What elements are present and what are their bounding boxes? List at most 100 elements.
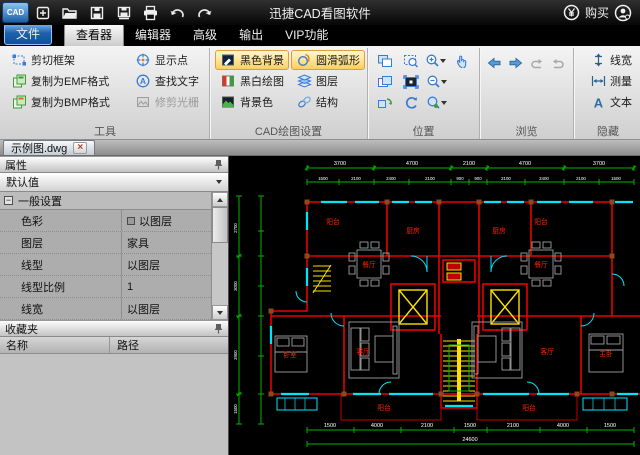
zoom-in-button[interactable] (425, 51, 449, 71)
measure-icon (590, 74, 606, 89)
tab-vip[interactable]: VIP功能 (274, 24, 339, 46)
property-row-linetype[interactable]: 线型 以图层 (0, 254, 211, 276)
open-button[interactable] (56, 1, 83, 24)
point-target-icon (135, 53, 151, 68)
tab-advanced[interactable]: 高级 (182, 24, 228, 46)
view-back-button[interactable] (528, 53, 547, 73)
print-button[interactable] (137, 1, 164, 24)
cascade-view-button[interactable] (373, 72, 397, 92)
copy-emf-button[interactable]: 复制为EMF格式 (6, 71, 128, 91)
property-row-linetype-scale[interactable]: 线型比例 1 (0, 276, 211, 298)
scrollbar-thumb[interactable] (212, 207, 228, 243)
tab-editor[interactable]: 编辑器 (124, 24, 182, 46)
property-group-row[interactable]: − 一般设置 (0, 192, 211, 210)
pan-button[interactable] (450, 51, 474, 71)
dim-label: 2100 (421, 423, 433, 429)
save-as-button[interactable] (110, 1, 137, 24)
zoom-out-dropdown[interactable] (441, 79, 447, 84)
dim-label: 1500 (324, 423, 336, 429)
smooth-arc-icon (296, 53, 312, 68)
dim-label: 900 (456, 176, 464, 181)
favorites-header: 收藏夹 (0, 320, 228, 337)
document-tab[interactable]: 示例图.dwg × (3, 140, 96, 155)
redo-button[interactable] (191, 1, 218, 24)
chevron-down-icon (216, 180, 222, 184)
show-points-button[interactable]: 显示点 (130, 50, 204, 70)
structure-button[interactable]: 结构 (291, 92, 365, 112)
dim-label: 2100 (576, 176, 586, 181)
pin-icon[interactable] (214, 159, 223, 170)
view-forward-button[interactable] (549, 53, 568, 73)
ribbon-group-hide: 线宽 测量 A 文本 隐藏 (574, 48, 640, 139)
tab-viewer[interactable]: 查看器 (64, 23, 125, 46)
trim-raster-button[interactable]: 修剪光栅 (130, 92, 204, 112)
layers-button[interactable]: 图层 (291, 71, 365, 91)
dim-label: 4700 (519, 161, 531, 167)
lineweight-icon (590, 53, 606, 68)
zoom-window-icon (403, 54, 418, 68)
new-file-button[interactable] (29, 1, 56, 24)
smooth-arc-button[interactable]: 圆滑弧形 (291, 50, 365, 70)
account-icon[interactable] (614, 4, 632, 22)
dim-label: 2400 (386, 176, 396, 181)
room-label-bedroom: 卧室 (283, 350, 297, 359)
dim-total-label: 24600 (462, 437, 477, 443)
ribbon-group-browse: 浏览 (480, 48, 574, 139)
dim-label: 1500 (604, 423, 616, 429)
hide-lineweight-button[interactable]: 线宽 (585, 50, 637, 70)
favorites-col-path[interactable]: 路径 (110, 337, 139, 353)
property-scrollbar[interactable] (211, 192, 228, 320)
property-row-layer[interactable]: 图层 家具 (0, 232, 211, 254)
zoom-in-dropdown[interactable] (440, 58, 447, 63)
redo-icon (198, 8, 212, 17)
favorites-list[interactable] (0, 354, 228, 455)
zoom-extents-icon (403, 74, 419, 89)
view-forward-icon (553, 58, 565, 68)
group-label-browse: 浏览 (515, 126, 538, 138)
hide-measure-button[interactable]: 测量 (585, 71, 637, 91)
refresh-view-button[interactable] (399, 93, 423, 113)
previous-drawing-button[interactable] (485, 53, 504, 73)
zoom-previous-dropdown[interactable] (441, 100, 447, 105)
properties-header: 属性 (0, 156, 228, 173)
drawing-canvas[interactable]: 3700 4700 2100 4700 3700 1500 4000 2100 … (229, 156, 640, 455)
pin-icon[interactable] (214, 323, 223, 334)
scroll-up-icon[interactable] (212, 192, 228, 207)
buy-button[interactable]: 购买 (585, 4, 609, 21)
undo-button[interactable] (164, 1, 191, 24)
left-sidebar: 属性 默认值 − 一般设置 色彩 以图层 图层 家具 线型 以图层 线型比例 1… (0, 156, 229, 455)
dim-label: 4000 (371, 423, 383, 429)
new-view-button[interactable] (373, 51, 397, 71)
next-drawing-button[interactable] (506, 53, 525, 73)
tab-file[interactable]: 文件 (4, 23, 53, 45)
close-document-icon[interactable]: × (73, 142, 88, 154)
scroll-down-icon[interactable] (212, 305, 228, 320)
save-as-icon (117, 6, 130, 19)
svg-text:A: A (140, 76, 146, 86)
copy-bmp-button[interactable]: 复制为BMP格式 (6, 92, 128, 112)
hide-text-button[interactable]: A 文本 (585, 92, 637, 112)
app-window: CAD 迅捷CAD看图软件 购买 文件 查看器 编辑器 高级 输出 VIP功能 … (0, 0, 640, 455)
rotate-view-button[interactable] (373, 93, 397, 113)
zoom-previous-button[interactable] (425, 93, 449, 113)
zoom-window-button[interactable] (399, 51, 423, 71)
zoom-extents-button[interactable] (399, 72, 423, 92)
room-label-dining: 餐厅 (534, 260, 548, 269)
collapse-icon[interactable]: − (4, 196, 13, 205)
room-label-living: 客厅 (540, 347, 554, 356)
tab-output[interactable]: 输出 (228, 24, 274, 46)
favorites-col-name[interactable]: 名称 (0, 337, 110, 353)
property-row-color[interactable]: 色彩 以图层 (0, 210, 211, 232)
find-text-button[interactable]: A 查找文字 (130, 71, 204, 91)
black-background-button[interactable]: 黑色背景 (215, 50, 289, 70)
group-label-tools: 工具 (94, 126, 116, 138)
property-row-lineweight[interactable]: 线宽 以图层 (0, 298, 211, 320)
property-preset-dropdown[interactable]: 默认值 (0, 173, 228, 192)
trim-raster-icon (135, 95, 151, 110)
crop-frame-button[interactable]: 剪切框架 (6, 50, 128, 70)
zoom-out-button[interactable] (425, 72, 449, 92)
room-label-living: 客厅 (356, 347, 370, 356)
save-button[interactable] (83, 1, 110, 24)
bw-drawing-button[interactable]: 黑白绘图 (215, 71, 289, 91)
background-color-button[interactable]: 背景色 (215, 92, 289, 112)
